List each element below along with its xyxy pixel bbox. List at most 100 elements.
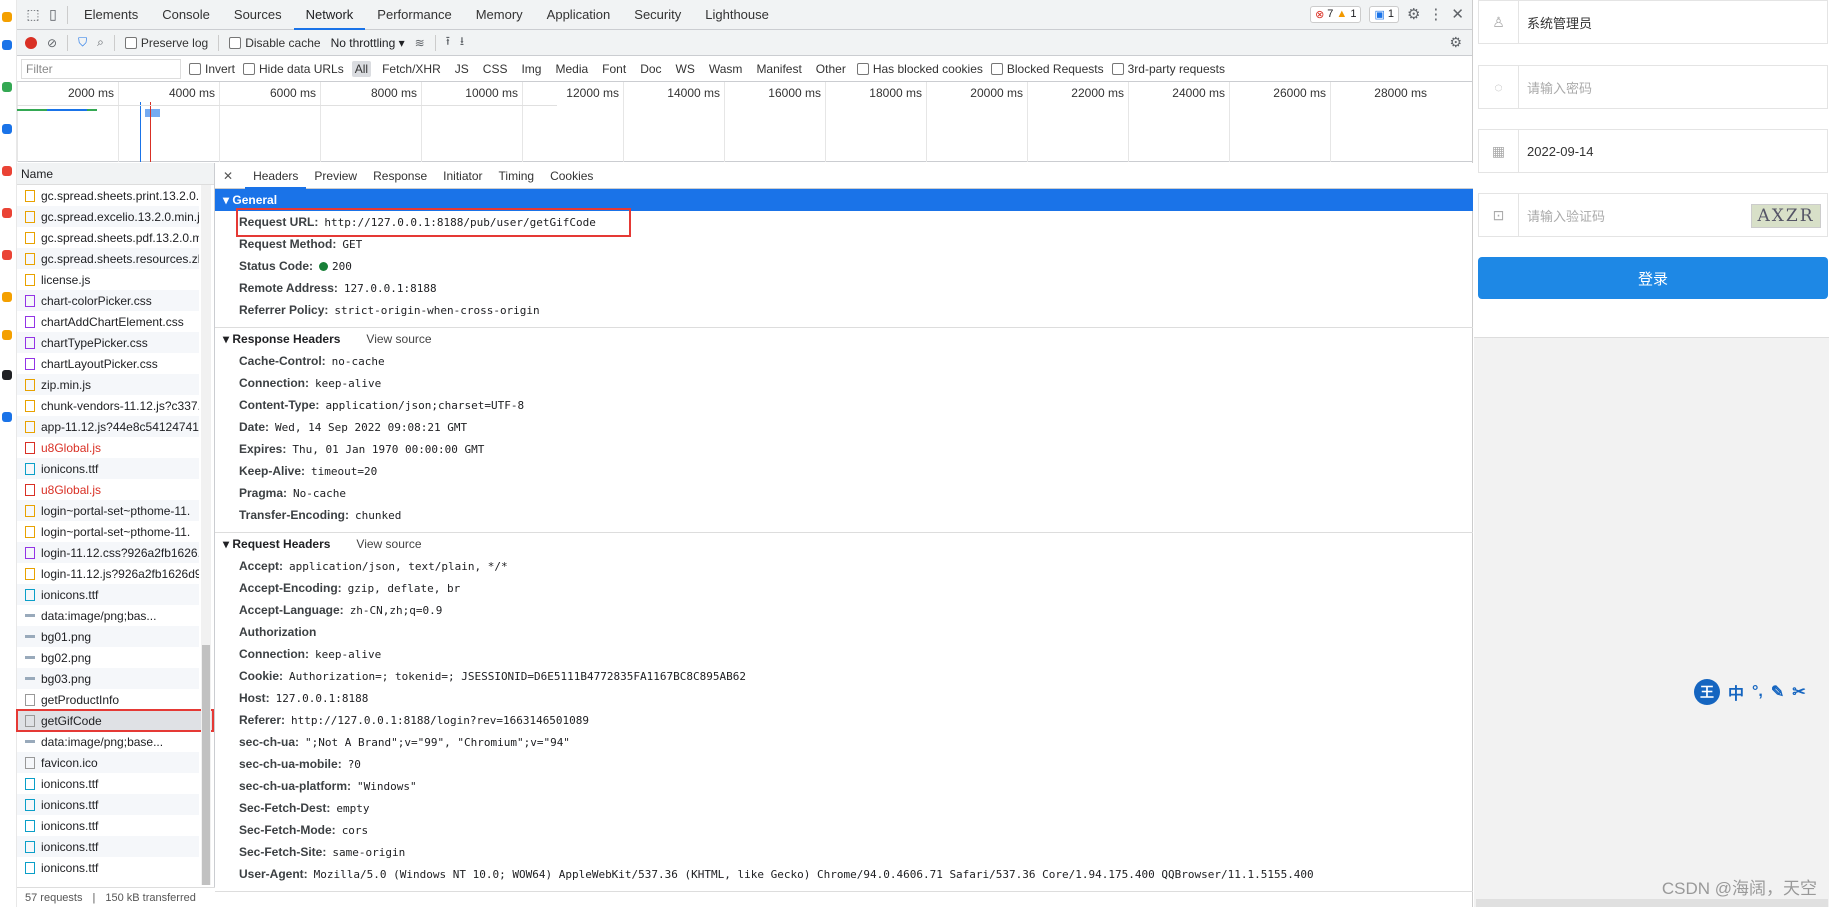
scrollbar-thumb[interactable] bbox=[202, 645, 210, 885]
request-row[interactable]: chart-colorPicker.css bbox=[17, 290, 199, 311]
request-row[interactable]: ionicons.ttf bbox=[17, 836, 199, 857]
request-row[interactable]: ionicons.ttf bbox=[17, 584, 199, 605]
tab-headers[interactable]: Headers bbox=[245, 163, 307, 189]
export-har-icon[interactable]: ⭳ bbox=[460, 32, 464, 53]
request-row[interactable]: ionicons.ttf bbox=[17, 458, 199, 479]
invert-checkbox[interactable]: Invert bbox=[189, 62, 235, 76]
filter-type-ws[interactable]: WS bbox=[673, 61, 698, 77]
clear-icon[interactable]: ⊘ bbox=[47, 36, 57, 50]
search-icon[interactable]: ⌕ bbox=[97, 35, 104, 50]
filter-type-wasm[interactable]: Wasm bbox=[706, 61, 746, 77]
date-field[interactable]: ▦ 2022-09-14 bbox=[1478, 129, 1828, 173]
close-devtools-icon[interactable]: ✕ bbox=[1451, 5, 1464, 23]
tab-elements[interactable]: Elements bbox=[72, 0, 150, 30]
request-row[interactable]: login~portal-set~pthome-11. bbox=[17, 500, 199, 521]
device-toolbar-icon[interactable]: ▯ bbox=[43, 5, 63, 25]
ext-icon[interactable] bbox=[2, 412, 12, 422]
issues-badge[interactable]: ⊗ 7 ▲ 1 bbox=[1310, 5, 1362, 23]
captcha-field[interactable]: ⊡ 请输入验证码 AXZR bbox=[1478, 193, 1828, 237]
request-row[interactable]: login-11.12.css?926a2fb1626. bbox=[17, 542, 199, 563]
ext-icon[interactable] bbox=[2, 330, 12, 340]
request-row[interactable]: bg01.png bbox=[17, 626, 199, 647]
response-view-source-link[interactable]: View source bbox=[366, 328, 431, 350]
inspect-element-icon[interactable]: ⬚ bbox=[23, 5, 43, 25]
request-row-selected[interactable]: getGifCode bbox=[16, 709, 214, 732]
preserve-log-checkbox[interactable]: Preserve log bbox=[124, 36, 208, 50]
ext-icon[interactable] bbox=[2, 124, 12, 134]
filter-type-css[interactable]: CSS bbox=[480, 61, 511, 77]
filter-input[interactable]: Filter bbox=[21, 58, 181, 79]
disable-cache-checkbox[interactable]: Disable cache bbox=[229, 36, 321, 50]
tab-cookies[interactable]: Cookies bbox=[542, 163, 601, 189]
tab-lighthouse[interactable]: Lighthouse bbox=[693, 0, 781, 30]
request-row[interactable]: login~portal-set~pthome-11. bbox=[17, 521, 199, 542]
has-blocked-cookies-checkbox[interactable]: Has blocked cookies bbox=[856, 62, 983, 76]
request-row[interactable]: u8Global.js bbox=[17, 479, 199, 500]
tab-sources[interactable]: Sources bbox=[222, 0, 294, 30]
request-row[interactable]: gc.spread.sheets.print.13.2.0. bbox=[17, 185, 199, 206]
request-row[interactable]: chartAddChartElement.css bbox=[17, 311, 199, 332]
filter-type-fetch[interactable]: Fetch/XHR bbox=[379, 61, 444, 77]
tab-performance[interactable]: Performance bbox=[365, 0, 463, 30]
ext-icon[interactable] bbox=[2, 208, 12, 218]
filter-type-all[interactable]: All bbox=[351, 60, 372, 77]
filter-type-manifest[interactable]: Manifest bbox=[753, 61, 804, 77]
request-row[interactable]: app-11.12.js?44e8c54124741( bbox=[17, 416, 199, 437]
name-column-header[interactable]: Name bbox=[17, 163, 214, 185]
ime-tools-icon[interactable]: ✂ bbox=[1792, 682, 1805, 702]
ext-icon[interactable] bbox=[2, 40, 12, 50]
login-button[interactable]: 登录 bbox=[1478, 257, 1828, 299]
network-settings-gear-icon[interactable]: ⚙ bbox=[1449, 34, 1462, 51]
record-button[interactable] bbox=[25, 36, 37, 49]
request-row[interactable]: data:image/png;base... bbox=[17, 731, 199, 752]
ext-icon[interactable] bbox=[2, 370, 12, 380]
tab-timing[interactable]: Timing bbox=[491, 163, 543, 189]
request-row[interactable]: data:image/png;bas... bbox=[17, 605, 199, 626]
ime-chinese-toggle[interactable]: 中 bbox=[1728, 680, 1744, 704]
request-row[interactable]: ionicons.ttf bbox=[17, 815, 199, 836]
messages-badge[interactable]: ▣ 1 bbox=[1369, 5, 1399, 23]
ext-icon[interactable] bbox=[2, 292, 12, 302]
request-row[interactable]: chunk-vendors-11.12.js?c337. bbox=[17, 395, 199, 416]
request-view-source-link[interactable]: View source bbox=[356, 533, 421, 555]
ext-icon[interactable] bbox=[2, 12, 12, 22]
filter-icon[interactable]: ⛉ bbox=[78, 35, 87, 50]
request-row[interactable]: ionicons.ttf bbox=[17, 794, 199, 815]
request-row[interactable]: chartLayoutPicker.css bbox=[17, 353, 199, 374]
blocked-requests-checkbox[interactable]: Blocked Requests bbox=[990, 62, 1104, 76]
throttling-select[interactable]: No throttling ▾ bbox=[331, 36, 405, 50]
request-row[interactable]: zip.min.js bbox=[17, 374, 199, 395]
filter-type-doc[interactable]: Doc bbox=[637, 61, 664, 77]
request-row[interactable]: chartTypePicker.css bbox=[17, 332, 199, 353]
request-row[interactable]: login-11.12.js?926a2fb1626d9 bbox=[17, 563, 199, 584]
request-row[interactable]: u8Global.js bbox=[17, 437, 199, 458]
ext-icon[interactable] bbox=[2, 166, 12, 176]
filter-type-img[interactable]: Img bbox=[518, 61, 544, 77]
request-list-scrollbar[interactable] bbox=[201, 185, 211, 885]
request-row[interactable]: license.js bbox=[17, 269, 199, 290]
third-party-checkbox[interactable]: 3rd-party requests bbox=[1111, 62, 1225, 76]
tab-preview[interactable]: Preview bbox=[306, 163, 365, 189]
tab-application[interactable]: Application bbox=[535, 0, 623, 30]
filter-type-other[interactable]: Other bbox=[813, 61, 849, 77]
tab-response[interactable]: Response bbox=[365, 163, 435, 189]
request-row[interactable]: gc.spread.sheets.resources.zh bbox=[17, 248, 199, 269]
request-row[interactable]: bg03.png bbox=[17, 668, 199, 689]
request-row[interactable]: ionicons.ttf bbox=[17, 773, 199, 794]
hide-data-urls-checkbox[interactable]: Hide data URLs bbox=[243, 62, 344, 76]
request-row[interactable]: bg02.png bbox=[17, 647, 199, 668]
request-row[interactable]: ionicons.ttf bbox=[17, 857, 199, 878]
request-headers-header[interactable]: ▾ Request Headers View source bbox=[215, 533, 1473, 555]
close-detail-icon[interactable]: ✕ bbox=[223, 169, 233, 183]
filter-type-font[interactable]: Font bbox=[599, 61, 629, 77]
captcha-image[interactable]: AXZR bbox=[1751, 204, 1821, 228]
password-field[interactable]: ◌ 请输入密码 bbox=[1478, 65, 1828, 109]
settings-gear-icon[interactable]: ⚙ bbox=[1407, 5, 1420, 23]
request-row[interactable]: gc.spread.sheets.pdf.13.2.0.m bbox=[17, 227, 199, 248]
tab-console[interactable]: Console bbox=[150, 0, 222, 30]
request-row[interactable]: gc.spread.excelio.13.2.0.min.js bbox=[17, 206, 199, 227]
request-row[interactable]: favicon.ico bbox=[17, 752, 199, 773]
ext-icon[interactable] bbox=[2, 250, 12, 260]
username-field[interactable]: ♙ 系统管理员 bbox=[1478, 0, 1828, 44]
more-options-icon[interactable]: ⋮ bbox=[1428, 5, 1443, 23]
